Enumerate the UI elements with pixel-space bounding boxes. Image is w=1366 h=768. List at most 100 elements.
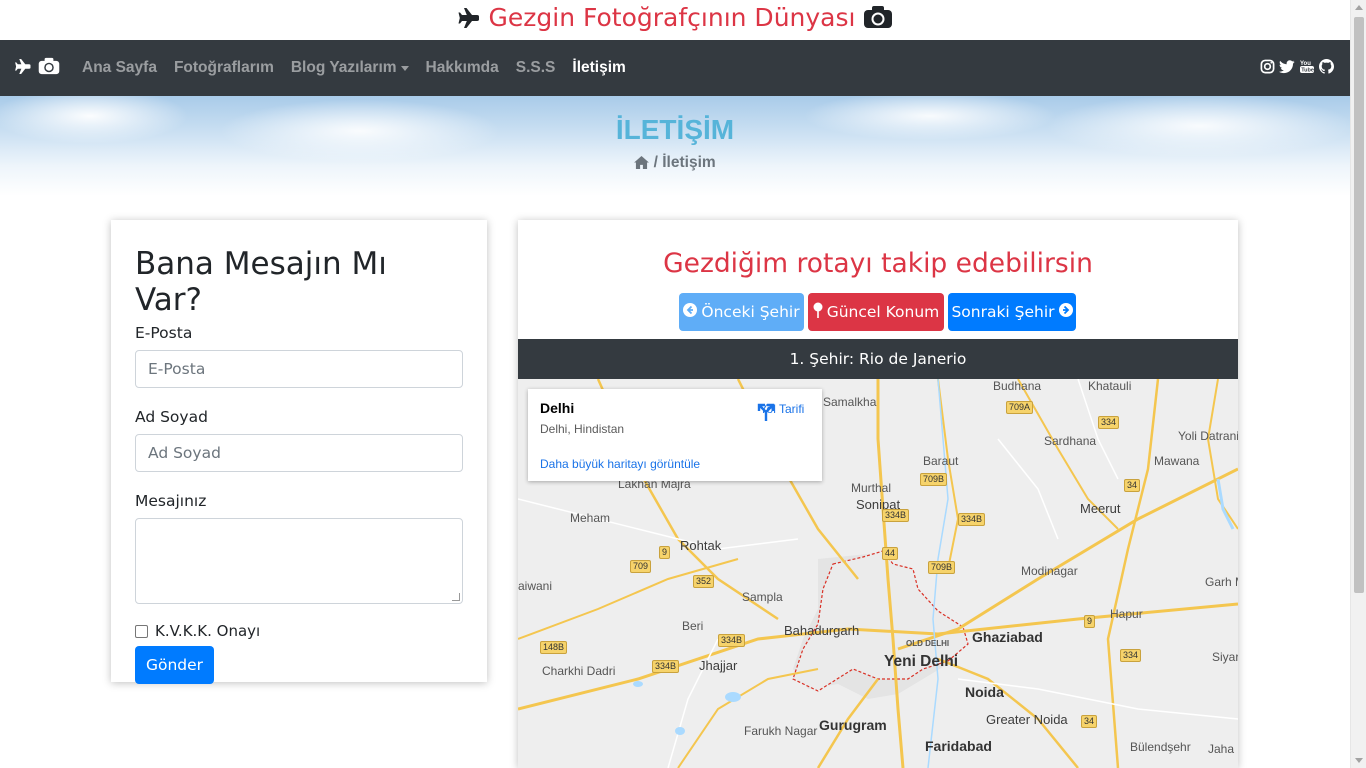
navbar-brand[interactable]	[14, 57, 60, 79]
map-label: Greater Noida	[986, 712, 1068, 727]
nav-faq[interactable]: S.S.S	[516, 59, 556, 77]
nav-contact[interactable]: İletişim	[572, 59, 625, 77]
map-label: Budhana	[993, 379, 1042, 393]
previous-city-label: Önceki Şehir	[701, 303, 800, 321]
breadcrumb: / İletişim	[0, 154, 1350, 172]
route-title: Gezdiğim rotayı takip edebilirsin	[663, 248, 1093, 279]
map-label: Jaha	[1208, 742, 1235, 756]
page-header: İLETİŞİM / İletişim	[0, 96, 1350, 196]
route-controls: Önceki Şehir Güncel Konum Sonraki Şehir	[679, 293, 1076, 331]
next-city-label: Sonraki Şehir	[951, 303, 1055, 321]
map-pin-icon	[813, 302, 823, 322]
map-label: Sampla	[742, 590, 783, 604]
next-city-button[interactable]: Sonraki Şehir	[948, 293, 1076, 331]
arrow-circle-right-icon	[1058, 303, 1073, 321]
consent-label[interactable]: K.V.K.K. Onayı	[155, 622, 260, 640]
scroll-down-icon[interactable]	[1355, 758, 1363, 763]
message-textarea[interactable]	[135, 518, 463, 604]
map-label: Rohtak	[680, 538, 722, 553]
nav-home[interactable]: Ana Sayfa	[82, 59, 157, 77]
send-button[interactable]: Gönder	[135, 646, 214, 684]
map-label: Sardhana	[1044, 434, 1097, 448]
previous-city-button[interactable]: Önceki Şehir	[679, 293, 804, 331]
breadcrumb-current: İletişim	[662, 154, 716, 171]
highway-shield: 334B	[958, 513, 986, 526]
consent-row: K.V.K.K. Onayı	[135, 622, 463, 640]
github-icon[interactable]	[1319, 58, 1334, 78]
form-title: Bana Mesajın Mı Var?	[135, 246, 387, 318]
highway-shield: 9	[1084, 615, 1096, 628]
map-label: Beri	[682, 619, 704, 633]
route-map-card: Gezdiğim rotayı takip edebilirsin Önceki…	[518, 220, 1238, 768]
map-label: Farukh Nagar	[744, 724, 818, 738]
email-label: E-Posta	[135, 324, 193, 342]
map-label: aiwani	[518, 579, 553, 593]
arrow-circle-left-icon	[683, 303, 698, 321]
highway-shield: 334B	[882, 509, 910, 522]
current-location-button[interactable]: Güncel Konum	[808, 293, 944, 331]
highway-shield: 709	[630, 560, 652, 573]
map-label: Bülendşehr	[1130, 740, 1191, 754]
email-field[interactable]: E-Posta	[135, 350, 463, 388]
nav-photos[interactable]: Fotoğraflarım	[174, 59, 274, 77]
map-label: Ghaziabad	[972, 629, 1043, 645]
page-title: İLETİŞİM	[615, 114, 735, 145]
map-label: Meerut	[1080, 501, 1121, 516]
map-info-window: Delhi Delhi, Hindistan Yol Tarifi Daha b…	[528, 389, 822, 481]
directions-button[interactable]: Yol Tarifi	[756, 402, 808, 421]
highway-shield: 9	[659, 546, 671, 559]
navbar: Ana Sayfa Fotoğraflarım Blog Yazılarım H…	[0, 40, 1350, 96]
site-title-bar: Gezgin Fotoğrafçının Dünyası	[0, 0, 1350, 40]
map-label: Siyar	[1212, 650, 1238, 664]
map-label: Modinagar	[1021, 564, 1078, 578]
page-scrollbar[interactable]	[1350, 0, 1366, 768]
camera-icon	[38, 57, 60, 79]
caret-down-icon	[400, 65, 409, 71]
consent-checkbox[interactable]	[135, 624, 148, 638]
highway-shield: 44	[882, 547, 899, 560]
page: Gezgin Fotoğrafçının Dünyası Ana Sayfa F…	[0, 0, 1366, 768]
home-icon[interactable]	[634, 154, 653, 171]
current-location-label: Güncel Konum	[826, 303, 940, 321]
map-label: Baraut	[923, 454, 959, 468]
plane-icon	[14, 58, 32, 79]
highway-shield: 709A	[1006, 401, 1034, 414]
highway-shield: 334	[1098, 416, 1120, 429]
highway-shield: 148B	[540, 641, 568, 654]
message-label: Mesajınız	[135, 492, 207, 510]
map-label: Samalkha	[823, 395, 877, 409]
highway-shield: 352	[693, 575, 715, 588]
nav-about[interactable]: Hakkımda	[426, 59, 499, 77]
map-label: OLD DELHI	[906, 639, 950, 648]
nav-blog-dropdown[interactable]: Blog Yazılarım	[291, 59, 409, 77]
highway-shield: 334B	[652, 660, 680, 673]
map-label: Noida	[965, 684, 1004, 700]
larger-map-link[interactable]: Daha büyük haritayı görüntüle	[540, 457, 700, 471]
map-label: Mawana	[1154, 454, 1200, 468]
twitter-icon[interactable]	[1279, 59, 1295, 78]
svg-text:Tube: Tube	[1301, 67, 1314, 73]
nav-blog-label: Blog Yazılarım	[290, 59, 397, 76]
highway-shield: 709B	[920, 473, 948, 486]
highway-shield: 334	[1120, 649, 1142, 662]
breadcrumb-separator: /	[653, 154, 663, 171]
map-label: Khatauli	[1088, 379, 1132, 393]
info-place-address: Delhi, Hindistan	[540, 422, 625, 436]
contact-form-card: Bana Mesajın Mı Var? E-Posta E-Posta Ad …	[111, 220, 487, 684]
instagram-icon[interactable]	[1260, 59, 1275, 78]
youtube-icon[interactable]: You Tube	[1299, 59, 1315, 78]
scroll-up-icon[interactable]	[1355, 5, 1363, 10]
highway-shield: 334B	[718, 634, 746, 647]
current-city-bar: 1. Şehir: Rio de Janerio	[518, 339, 1238, 379]
name-field[interactable]: Ad Soyad	[135, 434, 463, 472]
map-label: Garh Mukte	[1205, 575, 1238, 589]
map-label: Hapur	[1110, 607, 1143, 621]
scroll-thumb[interactable]	[1354, 17, 1364, 593]
map-label: Yoli Datrani	[1178, 429, 1238, 443]
map-label: Bahadurgarh	[784, 623, 860, 638]
map-label: Yeni Delhi	[884, 653, 959, 670]
site-title: Gezgin Fotoğrafçının Dünyası	[488, 3, 856, 32]
google-map[interactable]: Budhana Khatauli Samalkha Sardhana Yoli …	[518, 379, 1238, 768]
name-label: Ad Soyad	[135, 408, 208, 426]
map-label: Murthal	[851, 481, 892, 495]
